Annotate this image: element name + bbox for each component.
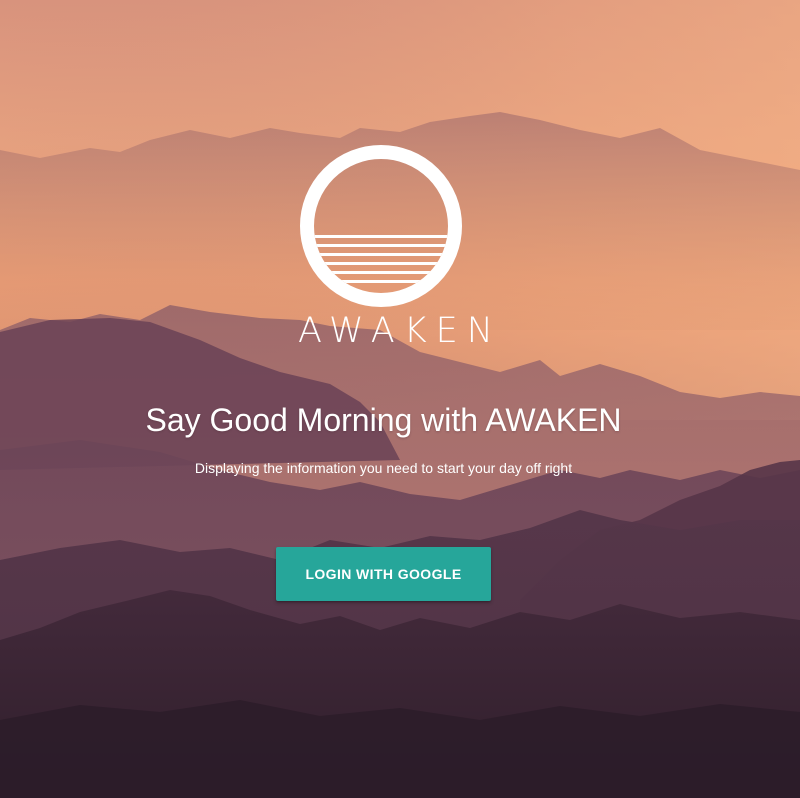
page-subtitle: Displaying the information you need to s… bbox=[194, 460, 573, 476]
hero-section: AWAKEN Say Good Morning with AWAKEN Disp… bbox=[0, 0, 800, 798]
page-title: Say Good Morning with AWAKEN bbox=[145, 402, 622, 438]
login-with-google-button[interactable]: LOGIN WITH GOOGLE bbox=[276, 547, 491, 601]
sunset-circle-icon bbox=[298, 143, 464, 309]
brand-name: AWAKEN bbox=[298, 311, 502, 351]
